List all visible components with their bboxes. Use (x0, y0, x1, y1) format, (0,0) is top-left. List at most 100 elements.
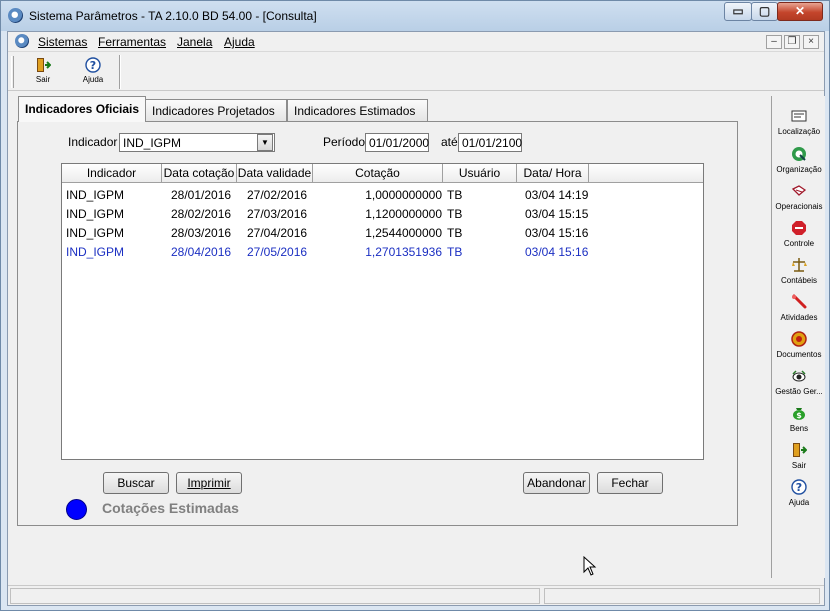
close-button[interactable]: ✕ (777, 2, 823, 21)
column-header-data-cotacao[interactable]: Data cotação (162, 164, 237, 183)
toolbar-label: Ajuda (82, 75, 104, 84)
periodo-to-input[interactable]: 01/01/2100 (458, 133, 522, 152)
imprimir-button[interactable]: Imprimir (176, 472, 242, 494)
fechar-button[interactable]: Fechar (597, 472, 663, 494)
periodo-to-value: 01/01/2100 (462, 136, 523, 150)
table-row[interactable]: IND_IGPM 28/01/2016 27/02/2016 1,0000000000… (62, 186, 703, 205)
table-cell-indicador: IND_IGPM (66, 188, 125, 202)
chevron-down-icon[interactable]: ▼ (257, 134, 273, 151)
table-row[interactable]: IND_IGPM 28/04/2016 27/05/2016 1,2701351936… (62, 243, 703, 262)
nav-controle-button[interactable]: Controle (772, 220, 826, 248)
app-logo-icon (8, 8, 23, 23)
column-header-empty (589, 164, 703, 183)
menu-ajuda[interactable]: Ajuda (224, 35, 255, 49)
nav-label: Sair (791, 461, 807, 470)
table-cell-data-validade: 27/04/2016 (247, 226, 308, 240)
table-cell-usuario: TB (447, 245, 463, 259)
nav-operacionais-button[interactable]: Operacionais (772, 183, 826, 211)
table-cell-indicador: IND_IGPM (66, 245, 125, 259)
title-bar[interactable]: Sistema Parâmetros - TA 2.10.0 BD 54.00 … (1, 1, 829, 31)
menu-label: Ajuda (224, 35, 255, 49)
nav-documentos-button[interactable]: Documentos (772, 331, 826, 359)
tab-indicadores-projetados[interactable]: Indicadores Projetados (145, 99, 287, 121)
nav-ajuda-button[interactable]: ? Ajuda (772, 479, 826, 507)
nav-bens-button[interactable]: $ Bens (772, 405, 826, 433)
button-label: Abandonar (527, 476, 586, 490)
menu-label: Janela (177, 35, 213, 49)
accounting-icon (792, 258, 807, 272)
cotacoes-table[interactable]: Indicador Data cotação Data validade Cot… (61, 163, 704, 460)
column-header-data-validade[interactable]: Data validade (237, 164, 313, 183)
buscar-button[interactable]: Buscar (103, 472, 169, 494)
mdi-restore-button[interactable]: ❐ (784, 35, 800, 49)
table-cell-usuario: TB (447, 207, 463, 221)
maximize-button[interactable]: ▢ (751, 2, 778, 21)
column-header-data-hora[interactable]: Data/ Hora (517, 164, 589, 183)
nav-label: Localização (777, 127, 821, 136)
toolbar-separator (119, 55, 121, 89)
column-header-usuario[interactable]: Usuário (443, 164, 517, 183)
table-row[interactable]: IND_IGPM 28/02/2016 27/03/2016 1,1200000000… (62, 205, 703, 224)
nav-label: Bens (789, 424, 809, 433)
nav-contabeis-button[interactable]: Contábeis (772, 257, 826, 285)
svg-text:?: ? (90, 59, 96, 72)
table-cell-usuario: TB (447, 226, 463, 240)
menu-ferramentas[interactable]: Ferramentas (98, 35, 166, 49)
minimize-button[interactable]: ▭ (724, 2, 752, 21)
exit-door-icon (793, 443, 807, 457)
mouse-cursor-icon (583, 556, 597, 576)
location-icon (791, 110, 807, 122)
indicador-label: Indicador (68, 135, 118, 149)
toolbar-sair-button[interactable]: Sair (21, 55, 65, 89)
nav-label: Controle (783, 239, 815, 248)
toolbar-ajuda-button[interactable]: ? Ajuda (71, 55, 115, 89)
control-icon (792, 221, 806, 235)
menu-sistemas[interactable]: Sistemas (38, 35, 87, 49)
nav-atividades-button[interactable]: Atividades (772, 294, 826, 322)
estimated-legend-dot (66, 499, 87, 520)
indicador-select[interactable]: IND_IGPM (119, 133, 275, 152)
button-label: Buscar (117, 476, 155, 490)
table-cell-cotacao: 1,2701351936 (365, 245, 442, 259)
nav-label: Documentos (776, 350, 822, 359)
close-icon: ✕ (794, 4, 806, 18)
table-cell-cotacao: 1,2544000000 (365, 226, 442, 240)
menu-label: Ferramentas (98, 35, 167, 49)
table-cell-cotacao: 1,1200000000 (365, 207, 442, 221)
menu-janela[interactable]: Janela (177, 35, 212, 49)
table-cell-usuario: TB (447, 188, 463, 202)
status-segment-main (10, 588, 540, 604)
toolbar-grip[interactable] (11, 56, 14, 88)
mdi-minimize-button[interactable]: – (766, 35, 782, 49)
help-icon: ? (791, 479, 807, 495)
table-cell-data-cotacao: 28/01/2016 (171, 188, 232, 202)
tab-label: Indicadores Oficiais (25, 102, 140, 116)
column-header-cotacao[interactable]: Cotação (313, 164, 443, 183)
table-cell-data-cotacao: 28/04/2016 (171, 245, 232, 259)
column-header-indicador[interactable]: Indicador (62, 164, 162, 183)
help-icon: ? (85, 57, 101, 73)
documents-icon (791, 331, 807, 347)
nav-localizacao-button[interactable]: Localização (772, 108, 826, 136)
maximize-icon: ▢ (758, 4, 771, 18)
tab-indicadores-estimados[interactable]: Indicadores Estimados (287, 99, 428, 121)
abandonar-button[interactable]: Abandonar (523, 472, 590, 494)
periodo-from-input[interactable]: 01/01/2000 (365, 133, 429, 152)
minimize-icon: ▭ (732, 4, 744, 18)
toolbar-label: Sair (35, 75, 51, 84)
toolbar: Sair ? Ajuda (8, 53, 824, 91)
activities-icon (792, 294, 807, 309)
tab-indicadores-oficiais[interactable]: Indicadores Oficiais (18, 96, 146, 122)
table-cell-data-cotacao: 28/02/2016 (171, 207, 232, 221)
table-row[interactable]: IND_IGPM 28/03/2016 27/04/2016 1,2544000000… (62, 224, 703, 243)
table-cell-indicador: IND_IGPM (66, 226, 125, 240)
nav-label: Organização (776, 165, 822, 174)
app-menu-icon[interactable] (15, 34, 29, 48)
nav-organizacao-button[interactable]: Organização (772, 146, 826, 174)
button-label: Imprimir (187, 476, 231, 490)
mdi-close-button[interactable]: × (803, 35, 819, 49)
table-cell-data-validade: 27/02/2016 (247, 188, 308, 202)
nav-sair-button[interactable]: Sair (772, 442, 826, 470)
nav-gestao-button[interactable]: Gestão Ger... (772, 368, 826, 396)
menu-bar: Sistemas Ferramentas Janela Ajuda – ❐ × (8, 32, 824, 52)
